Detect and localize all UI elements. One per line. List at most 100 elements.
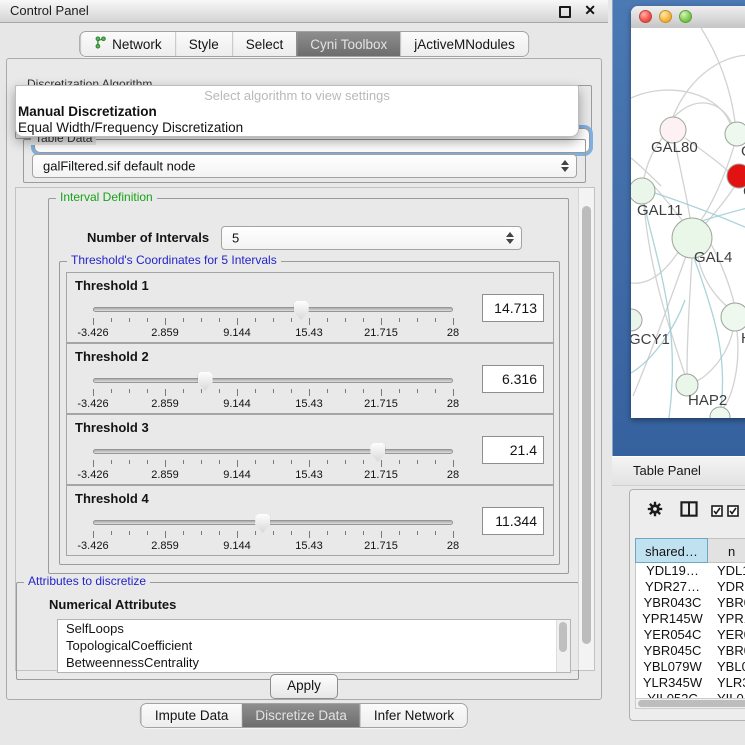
slider-tick [417,531,418,535]
tab-cyni-toolbox[interactable]: Cyni Toolbox [296,32,400,56]
table-horizontal-scrollbar[interactable] [635,698,745,709]
dropdown-option[interactable]: Manual Discretization [16,104,578,120]
network-view-window[interactable]: GAL80GACGAL11GAL4GCY1HHAP2 [631,6,745,418]
cell-shared-name: YBR045C [636,643,709,659]
tab-label: Cyni Toolbox [310,37,387,52]
slider-tick-label: 28 [447,469,459,481]
slider-track[interactable] [93,449,453,454]
close-icon[interactable]: ✕ [584,2,596,19]
slider-tick [147,318,148,322]
slider-tick [165,318,166,325]
attribute-list-item[interactable]: BetweennessCentrality [58,654,570,671]
network-node[interactable] [631,309,642,331]
checkbox-checked-icon[interactable] [711,504,723,522]
tab-label: Select [246,37,284,52]
slider-tick [111,389,112,393]
tab-network[interactable]: Network [80,32,175,56]
threshold-slider[interactable]: -3.4262.8599.14415.4321.71528 [93,372,453,410]
node-table[interactable]: YDL19…YDL1YDR27…YDR2YBR043CYBR0YPR145WYP… [635,563,745,699]
slider-tick [291,460,292,464]
slider-tick-labels: -3.4262.8599.14415.4321.71528 [93,327,453,339]
chevron-up-down-icon [561,160,569,172]
slider-tick-label: 15.43 [295,398,323,410]
table-row[interactable]: YER054CYER0 [636,627,745,643]
num-intervals-combobox[interactable]: 5 [221,226,522,250]
table-row[interactable]: YDR27…YDR2 [636,579,745,595]
table-row[interactable]: YBR043CYBR0 [636,595,745,611]
network-icon [94,36,107,52]
slider-track[interactable] [93,520,453,525]
slider-tick [309,531,310,538]
threshold-value-field[interactable]: 11.344 [482,507,544,535]
table-data-combobox[interactable]: galFiltered.sif default node [32,154,577,178]
slider-tick [381,460,382,467]
column-header-shared-name[interactable]: shared… [635,538,708,563]
network-window-titlebar[interactable] [631,6,745,29]
tab-label: Style [189,37,219,52]
float-icon[interactable] [559,6,571,18]
slider-track[interactable] [93,307,453,312]
tab-jactivemnodules[interactable]: jActiveMNodules [400,32,528,56]
slider-tick [237,389,238,396]
table-data-group: Table Data galFiltered.sif default node [23,139,586,183]
slider-tick [129,389,130,393]
threshold-slider[interactable]: -3.4262.8599.14415.4321.71528 [93,514,453,552]
tab-style[interactable]: Style [175,32,232,56]
cell-name: YER0 [717,627,745,643]
slider-tick [399,531,400,535]
tab-select[interactable]: Select [232,32,297,56]
cell-shared-name: YDR27… [636,579,709,595]
tab-label: Network [112,37,162,52]
slider-tick [219,318,220,322]
slider-tick [147,389,148,393]
dropdown-option[interactable]: Equal Width/Frequency Discretization [16,120,578,136]
tab-impute-data[interactable]: Impute Data [141,704,242,727]
threshold-label: Threshold 2 [75,349,149,364]
apply-button[interactable]: Apply [270,674,338,699]
split-column-icon[interactable] [680,501,698,522]
threshold-value-field[interactable]: 21.4 [482,436,544,464]
table-row[interactable]: YPR145WYPR1 [636,611,745,627]
network-canvas[interactable]: GAL80GACGAL11GAL4GCY1HHAP2 [631,28,745,418]
vertical-scrollbar[interactable] [578,188,594,670]
settings-scroll-area: Interval Definition Number of Intervals … [15,187,595,671]
table-row[interactable]: YBL079WYBL0 [636,659,745,675]
gear-icon[interactable] [646,500,664,523]
table-row[interactable]: YDL19…YDL1 [636,563,745,579]
tab-infer-network[interactable]: Infer Network [360,704,467,727]
column-header-name[interactable]: n [708,538,745,563]
network-node[interactable] [631,178,655,204]
threshold-panel: Threshold 3 -3.4262.8599.14415.4321.7152… [66,414,554,485]
attribute-list-item[interactable]: SelfLoops [58,620,570,637]
attribute-list-item[interactable]: TopologicalCoefficient [58,637,570,654]
scrollbar-thumb[interactable] [582,206,591,644]
table-row[interactable]: YLR345WYLR3 [636,675,745,691]
close-traffic-light-icon[interactable] [639,10,652,23]
control-panel-titlebar: Control Panel ✕ [0,0,608,23]
threshold-slider[interactable]: -3.4262.8599.14415.4321.71528 [93,301,453,339]
slider-tick-label: 2.859 [151,398,179,410]
slider-tick [435,460,436,464]
interval-definition-group: Interval Definition Number of Intervals … [48,198,569,574]
slider-track[interactable] [93,378,453,383]
slider-tick-label: 21.715 [364,469,398,481]
slider-tick [345,460,346,464]
threshold-slider[interactable]: -3.4262.8599.14415.4321.71528 [93,443,453,481]
slider-tick-label: -3.426 [77,327,108,339]
checkbox-checked-icon[interactable] [727,504,739,522]
slider-tick [93,531,94,538]
slider-tick [345,531,346,535]
network-node[interactable] [721,303,745,331]
threshold-value-field[interactable]: 6.316 [482,365,544,393]
threshold-value-field[interactable]: 14.713 [482,294,544,322]
slider-tick-label: 9.144 [223,327,251,339]
table-row[interactable]: YBR045CYBR0 [636,643,745,659]
cell-shared-name: YPR145W [636,611,709,627]
attributes-list[interactable]: SelfLoopsTopologicalCoefficientBetweenne… [57,619,571,673]
tab-label: Discretize Data [255,708,347,723]
list-vertical-scrollbar[interactable] [556,620,570,672]
minimize-traffic-light-icon[interactable] [659,10,672,23]
zoom-traffic-light-icon[interactable] [679,10,692,23]
slider-tick [417,389,418,393]
tab-discretize-data[interactable]: Discretize Data [241,704,360,727]
